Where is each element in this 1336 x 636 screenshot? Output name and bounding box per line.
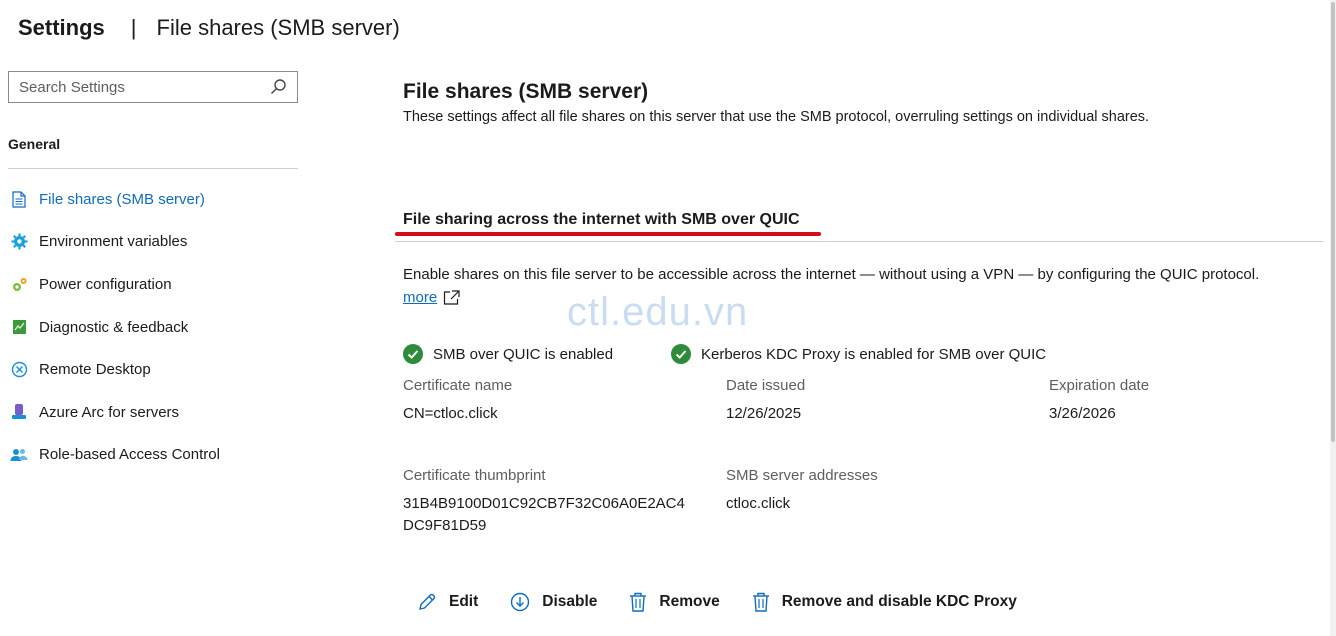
sidebar-item-label: Environment variables	[39, 233, 188, 251]
sidebar-item-remote-desktop[interactable]: Remote Desktop	[10, 348, 300, 391]
remove-button[interactable]: Remove	[629, 588, 720, 616]
sidebar-item-label: Diagnostic & feedback	[39, 318, 189, 336]
highlight-underline	[395, 232, 821, 236]
trash-icon	[752, 592, 769, 612]
sidebar-nav: File shares (SMB server) Environment var…	[10, 178, 300, 476]
action-bar: Edit Disable Remove Remove and disable K…	[417, 588, 1049, 616]
trash-icon	[630, 592, 647, 612]
search-icon[interactable]	[269, 78, 287, 96]
remove-label: Remove	[659, 593, 720, 610]
settings-title: Settings	[18, 15, 105, 40]
status-label: Kerberos KDC Proxy is enabled for SMB ov…	[701, 345, 1047, 363]
edit-button[interactable]: Edit	[417, 588, 478, 616]
sidebar-item-environment-variables[interactable]: Environment variables	[10, 221, 300, 264]
download-circle-icon	[511, 592, 530, 612]
document-icon	[10, 190, 28, 208]
check-circle-icon	[403, 344, 423, 364]
section-divider	[395, 241, 1323, 242]
remove-disable-kdc-label: Remove and disable KDC Proxy	[781, 593, 1017, 610]
date-issued-label: Date issued	[726, 377, 806, 394]
status-kdc-proxy: Kerberos KDC Proxy is enabled for SMB ov…	[671, 344, 1046, 364]
sidebar-item-label: Role-based Access Control	[39, 446, 220, 464]
users-icon	[10, 446, 28, 464]
sidebar-item-label: Remote Desktop	[39, 361, 151, 379]
expiration-date-label: Expiration date	[1049, 377, 1150, 394]
remove-disable-kdc-button[interactable]: Remove and disable KDC Proxy	[752, 588, 1017, 616]
header-subtitle: File shares (SMB server)	[156, 15, 400, 40]
more-link-text[interactable]: more	[403, 289, 437, 306]
sidebar-item-label: File shares (SMB server)	[39, 190, 205, 208]
status-label: SMB over QUIC is enabled	[433, 345, 614, 363]
header-separator: |	[130, 15, 137, 40]
sidebar-item-azure-arc[interactable]: Azure Arc for servers	[10, 391, 300, 434]
certificate-name-label: Certificate name	[403, 377, 513, 394]
page-header: Settings | File shares (SMB server)	[18, 12, 400, 44]
power-gear-icon	[10, 275, 28, 293]
remote-desktop-icon	[10, 361, 28, 379]
diagnostic-chart-icon	[10, 318, 28, 336]
vertical-scrollbar[interactable]	[1330, 0, 1336, 636]
nav-divider	[8, 168, 298, 169]
sidebar-item-diagnostic-feedback[interactable]: Diagnostic & feedback	[10, 306, 300, 349]
page-title: File shares (SMB server)	[403, 80, 649, 103]
certificate-thumbprint-label: Certificate thumbprint	[403, 467, 546, 484]
date-issued-value: 12/26/2025	[726, 405, 802, 422]
section-title: File sharing across the internet with SM…	[403, 211, 800, 228]
page-description: These settings affect all file shares on…	[403, 109, 1150, 125]
edit-label: Edit	[449, 593, 479, 610]
enable-description: Enable shares on this file server to be …	[403, 266, 1260, 283]
search-input[interactable]	[19, 78, 269, 96]
gear-icon	[10, 233, 28, 251]
pencil-icon	[419, 593, 436, 610]
expiration-date-value: 3/26/2026	[1049, 405, 1116, 422]
external-link-icon	[444, 290, 460, 305]
certificate-name-value: CN=ctloc.click	[403, 405, 498, 422]
status-smb-quic: SMB over QUIC is enabled	[403, 344, 613, 364]
more-link[interactable]: more	[403, 289, 461, 306]
sidebar-item-label: Power configuration	[39, 275, 172, 293]
azure-arc-icon	[10, 403, 28, 421]
scrollbar-thumb[interactable]	[1331, 2, 1335, 442]
smb-server-addresses-value: ctloc.click	[726, 495, 791, 512]
nav-group-general: General	[8, 136, 61, 152]
watermark: ctl.edu.vn	[567, 290, 749, 334]
sidebar-item-label: Azure Arc for servers	[39, 403, 180, 421]
sidebar-item-power-configuration[interactable]: Power configuration	[10, 263, 300, 306]
disable-label: Disable	[542, 593, 598, 610]
certificate-thumbprint-value: 31B4B9100D01C92CB7F32C06A0E2AC4DC9F81D59	[403, 495, 685, 534]
smb-server-addresses-label: SMB server addresses	[726, 467, 878, 484]
search-box	[8, 71, 298, 103]
sidebar-item-rbac[interactable]: Role-based Access Control	[10, 434, 300, 477]
disable-button[interactable]: Disable	[510, 588, 597, 616]
sidebar-item-file-shares[interactable]: File shares (SMB server)	[10, 178, 300, 221]
check-circle-icon	[671, 344, 691, 364]
